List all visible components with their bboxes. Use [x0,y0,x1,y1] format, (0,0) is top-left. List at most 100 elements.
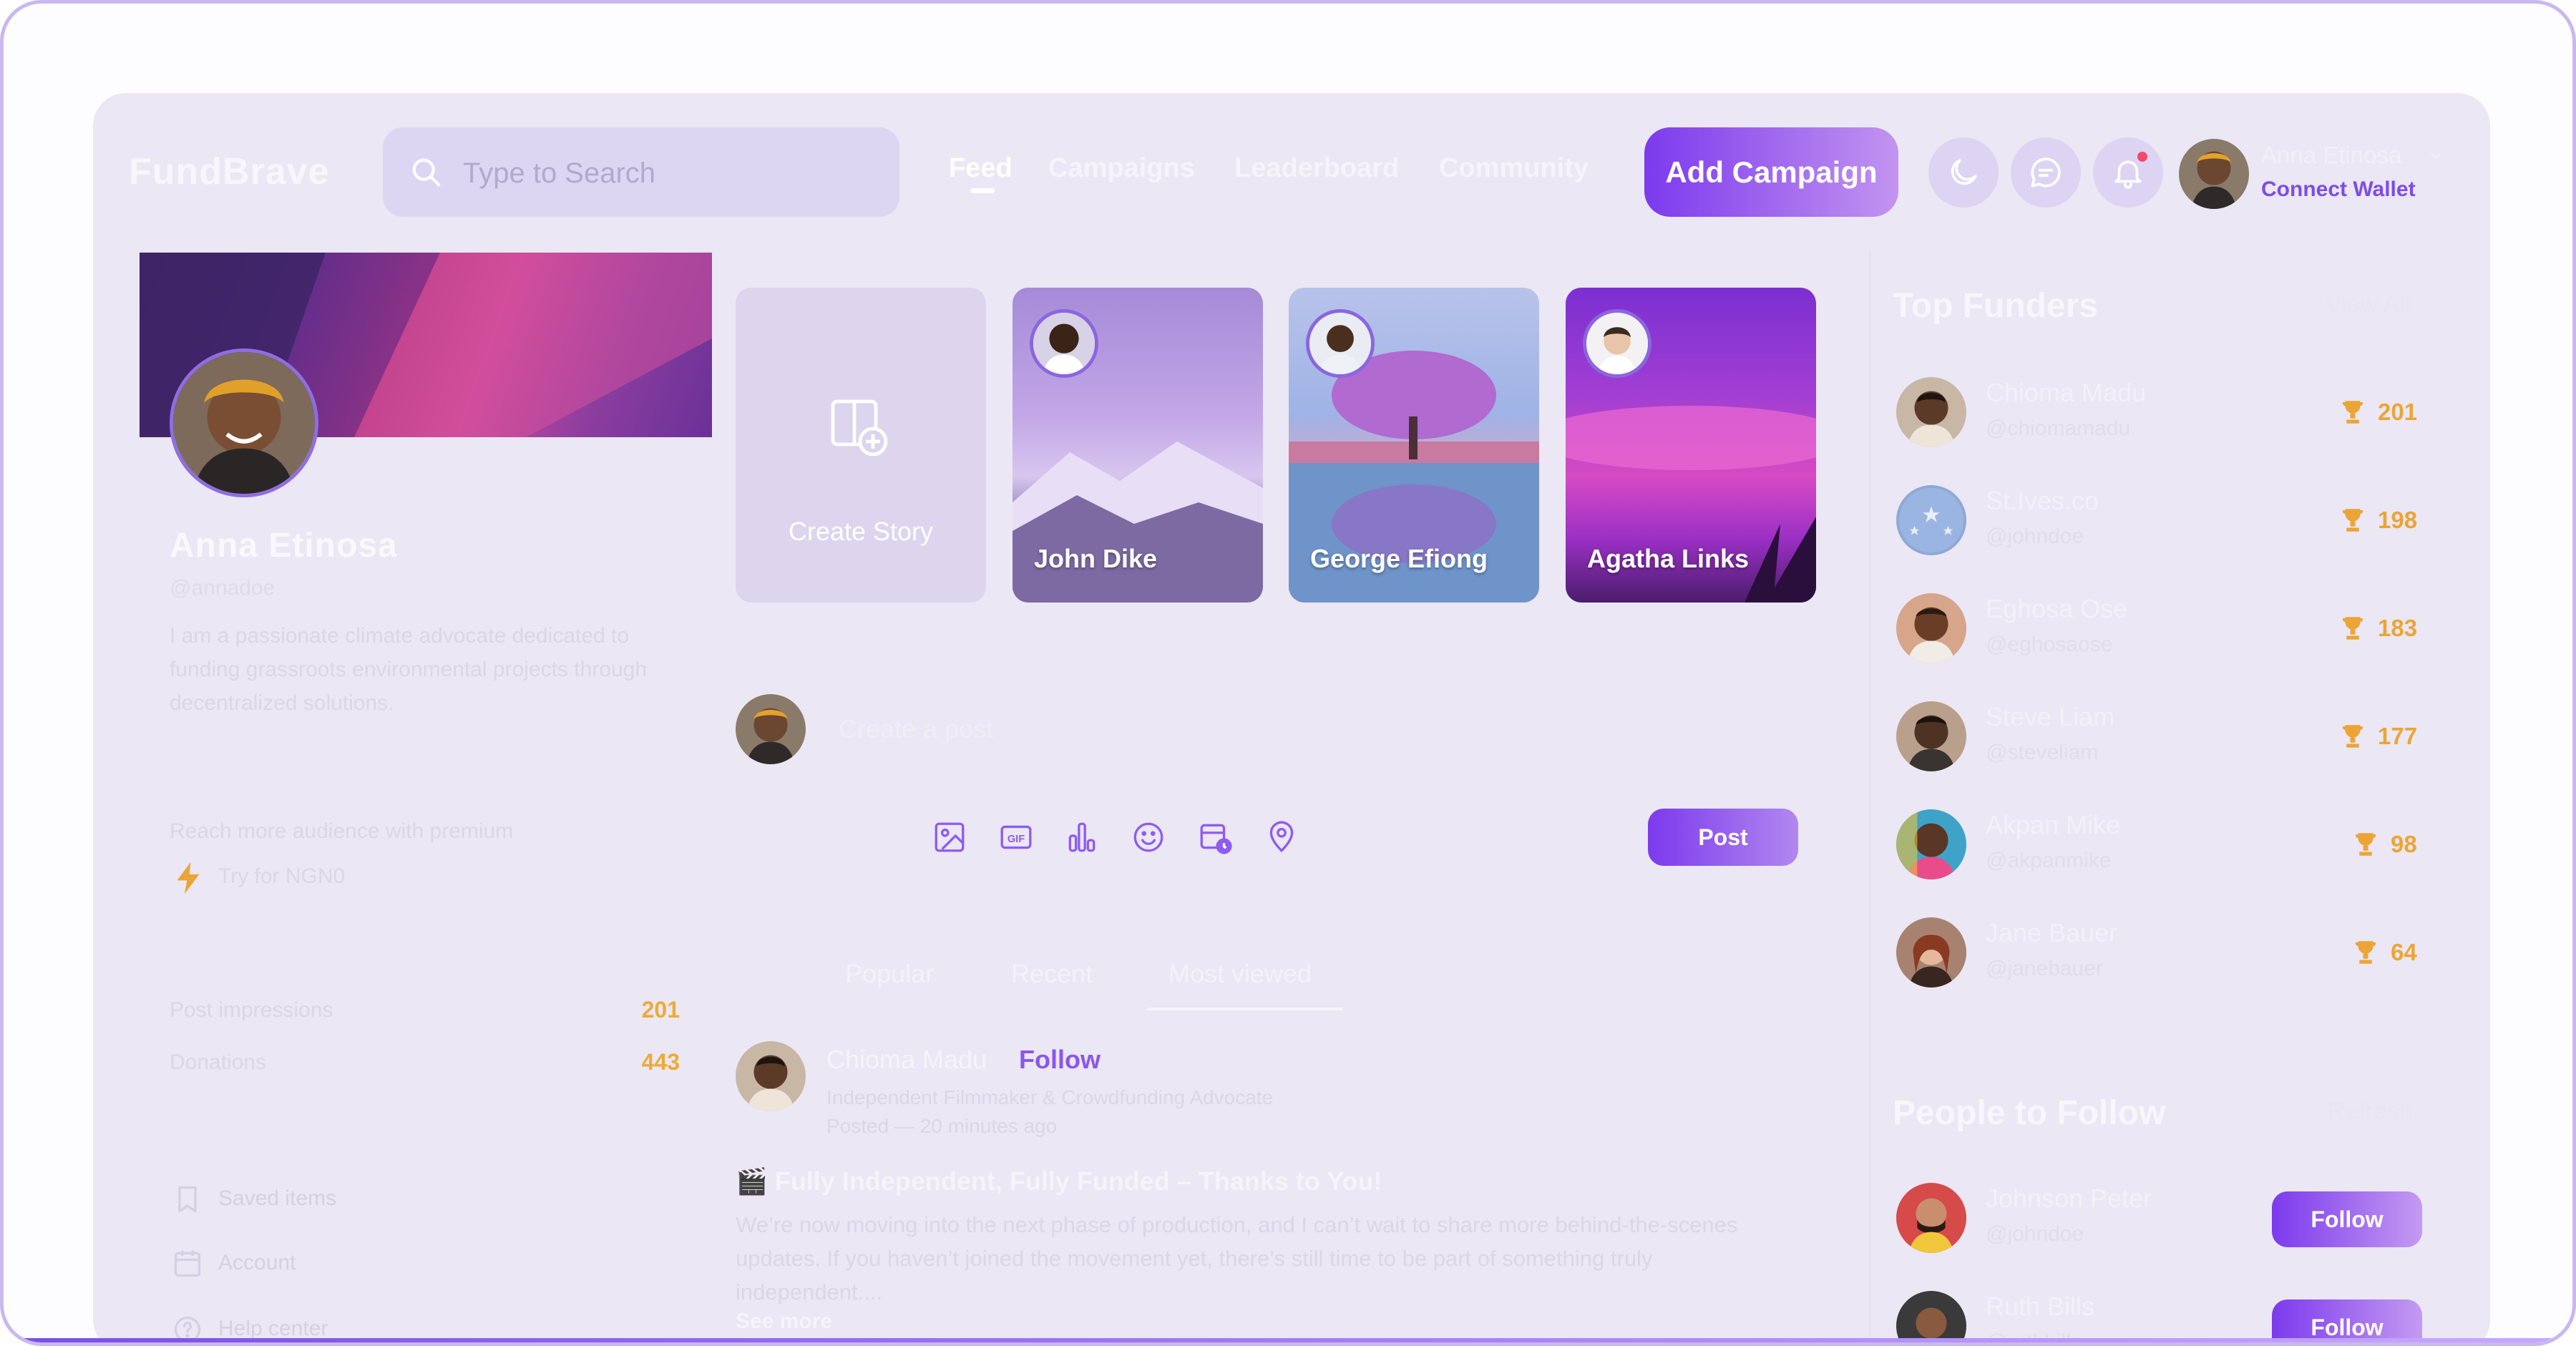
stat-impressions-label: Post impressions [170,998,333,1022]
post-author-name[interactable]: Chioma Madu [826,1045,987,1075]
funder-score: 64 [2391,939,2417,965]
profile-bio: I am a passionate climate advocate dedic… [170,624,648,715]
suggestion-avatar[interactable] [1896,1183,1966,1253]
suggestion-handle: @ruthbills [1986,1330,2082,1346]
search-input[interactable] [462,147,879,199]
help-center-link[interactable]: Help center [218,1317,328,1341]
add-campaign-button[interactable]: Add Campaign [1644,127,1898,217]
theme-toggle-button[interactable] [1928,137,1999,208]
notification-dot [2137,152,2147,162]
saved-items-link[interactable]: Saved items [218,1186,336,1211]
tab-popular[interactable]: Popular [845,959,934,989]
schedule-icon[interactable] [1197,819,1233,855]
trophy-icon [2356,833,2376,856]
profile-handle: @annadoe [170,576,275,600]
user-avatar[interactable] [2179,139,2249,209]
account-link[interactable]: Account [218,1251,296,1275]
location-icon[interactable] [1264,819,1299,855]
profile-name: Anna Etinosa [170,527,398,565]
nav-campaigns[interactable]: Campaigns [1048,153,1195,184]
stat-impressions-value: 201 [641,997,680,1023]
messages-button[interactable] [2011,137,2081,208]
nav-active-indicator [970,188,995,193]
search-icon [412,158,441,187]
people-to-follow-title: People to Follow [1893,1094,2166,1132]
tab-active-indicator [1147,1008,1342,1010]
funder-handle: @johndoe [1986,525,2084,548]
post-follow-link[interactable]: Follow [1019,1045,1101,1075]
follow-button[interactable]: Follow [2272,1299,2422,1342]
post-button[interactable]: Post [1648,809,1798,866]
account-icon[interactable] [172,1248,203,1279]
trophy-icon [2343,725,2363,748]
profile-avatar[interactable] [170,348,318,497]
top-funders-title: Top Funders [1893,287,2099,325]
funder-avatar[interactable] [1896,701,1966,771]
connect-wallet-link[interactable]: Connect Wallet [2261,177,2416,202]
see-more-link[interactable]: See more [736,1310,832,1334]
user-avatar-image [2179,139,2249,209]
emoji-icon[interactable] [1131,819,1166,855]
app-logo[interactable]: FundBrave [129,150,330,193]
post-author-role: Independent Filmmaker & Crowdfunding Adv… [826,1086,1274,1108]
nav-community[interactable]: Community [1439,153,1589,184]
suggestion-name[interactable]: Johnson Peter [1986,1184,2152,1214]
funder-handle: @steveliam [1986,741,2099,764]
funder-name[interactable]: St.Ives.co [1986,486,2099,516]
nav-feed[interactable]: Feed [949,153,1013,184]
funder-name[interactable]: Jane Bauer [1986,918,2117,948]
funder-score: 183 [2378,615,2418,641]
follow-button[interactable]: Follow [2272,1191,2422,1247]
story-avatar [1306,309,1375,378]
refresh-link[interactable]: Refresh [2328,1098,2413,1126]
funder-name[interactable]: Akpan Mike [1986,810,2120,840]
funder-score: 201 [2378,399,2418,425]
funder-score: 98 [2391,831,2417,857]
user-name[interactable]: Anna Etinosa [2261,142,2401,169]
funder-avatar[interactable] [1896,593,1966,663]
funder-handle: @akpanmike [1986,849,2112,872]
funder-name[interactable]: Chioma Madu [1986,378,2146,408]
nav-leaderboard[interactable]: Leaderboard [1234,153,1399,184]
story-card[interactable]: George Efiong [1289,288,1539,603]
funder-avatar[interactable] [1896,485,1966,555]
create-story-label: Create Story [788,517,934,546]
story-card[interactable]: John Dike [1013,288,1263,603]
svg-text:GIF: GIF [1008,834,1025,845]
suggestion-handle: @johndoe [1986,1222,2084,1246]
image-icon[interactable] [932,819,967,855]
stat-donations-value: 443 [641,1049,680,1075]
suggestion-name[interactable]: Ruth Bills [1986,1292,2094,1322]
funder-avatar[interactable] [1896,917,1966,987]
funder-handle: @eghosaose [1986,633,2113,656]
help-icon[interactable] [172,1314,203,1345]
suggestion-avatar[interactable] [1896,1291,1966,1342]
funder-avatar[interactable] [1896,809,1966,879]
create-post-input[interactable] [837,707,1842,751]
chevron-down-icon[interactable] [2427,147,2444,165]
create-story-card[interactable]: Create Story [736,288,986,603]
notifications-button[interactable] [2093,137,2163,208]
view-all-link[interactable]: View All [2326,291,2410,318]
gif-icon[interactable]: GIF [998,819,1034,855]
post-author-avatar[interactable] [736,1041,806,1111]
chat-icon [2031,157,2061,187]
stat-donations-label: Donations [170,1050,267,1074]
trophy-icon [2356,941,2376,964]
funder-name[interactable]: Eghosa Ose [1986,594,2127,624]
tab-recent[interactable]: Recent [1011,959,1093,989]
poll-icon[interactable] [1064,819,1100,855]
trophy-icon [2343,509,2363,532]
tab-most-viewed[interactable]: Most viewed [1169,959,1312,989]
funder-name[interactable]: Steve Liam [1986,702,2114,732]
post-timestamp: Posted — 20 minutes ago [826,1115,1058,1137]
lightning-icon [177,862,200,894]
trophy-icon [2343,401,2363,424]
app-window: FundBrave Feed Campaigns Leaderboard Com… [93,93,2490,1346]
story-card[interactable]: Agatha Links [1566,288,1816,603]
search-bar[interactable] [383,127,899,217]
try-premium-link[interactable]: Try for NGN0 [218,864,345,889]
funder-avatar[interactable] [1896,377,1966,447]
story-avatar [1030,309,1098,378]
bookmark-icon[interactable] [172,1184,203,1215]
